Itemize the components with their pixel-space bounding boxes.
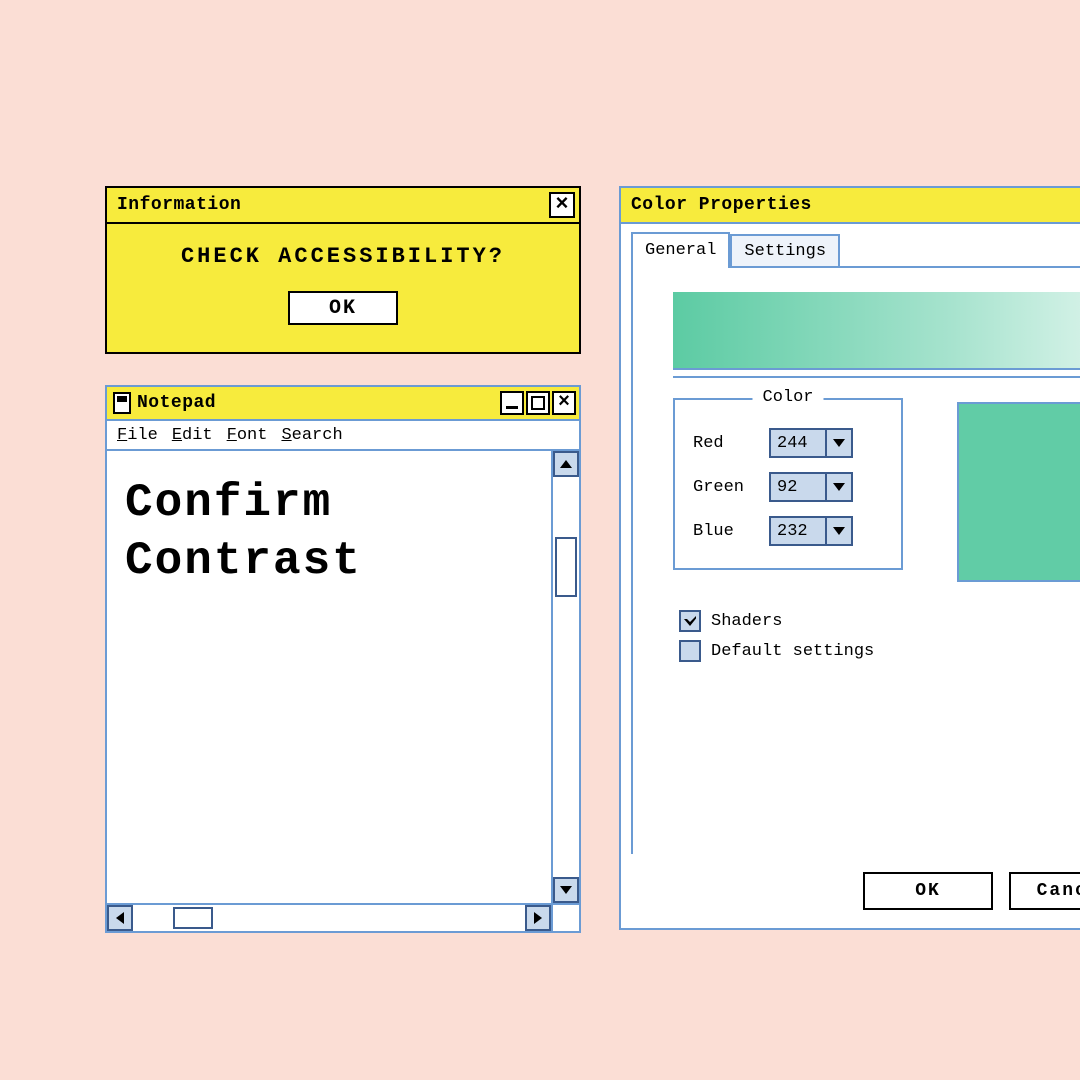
- menu-font[interactable]: Font: [227, 426, 268, 445]
- information-title: Information: [117, 195, 241, 215]
- ok-button[interactable]: OK: [863, 872, 993, 910]
- menu-edit[interactable]: Edit: [172, 426, 213, 445]
- red-label: Red: [693, 434, 753, 453]
- shaders-checkbox[interactable]: [679, 610, 701, 632]
- close-icon[interactable]: ×: [552, 391, 576, 415]
- blue-spinner: 232: [769, 516, 853, 546]
- scroll-thumb[interactable]: [555, 537, 577, 597]
- blue-value[interactable]: 232: [769, 516, 825, 546]
- notepad-line: Contrast: [125, 533, 533, 591]
- menu-search[interactable]: Search: [281, 426, 342, 445]
- scroll-track[interactable]: [553, 477, 579, 877]
- chevron-down-icon[interactable]: [825, 428, 853, 458]
- notepad-icon: [113, 392, 131, 414]
- color-swatch: [957, 402, 1080, 582]
- horizontal-scrollbar[interactable]: [107, 903, 551, 931]
- default-settings-label: Default settings: [711, 642, 874, 661]
- tab-panel-general: Color Red 244 Green 92 Blue: [631, 266, 1080, 854]
- shaders-label: Shaders: [711, 612, 782, 631]
- color-properties-title: Color Properties: [631, 195, 812, 215]
- information-message: CHECK ACCESSIBILITY?: [107, 244, 579, 269]
- scroll-track[interactable]: [133, 905, 525, 931]
- scroll-down-icon[interactable]: [553, 877, 579, 903]
- color-properties-titlebar[interactable]: Color Properties: [621, 188, 1080, 224]
- green-label: Green: [693, 478, 753, 497]
- color-gradient-preview: [673, 292, 1080, 370]
- information-dialog: Information × CHECK ACCESSIBILITY? OK: [105, 186, 581, 354]
- scroll-thumb[interactable]: [173, 907, 213, 929]
- maximize-icon[interactable]: [526, 391, 550, 415]
- ok-button[interactable]: OK: [288, 291, 398, 325]
- vertical-scrollbar[interactable]: [551, 451, 579, 903]
- information-titlebar[interactable]: Information ×: [107, 188, 579, 224]
- menu-file[interactable]: File: [117, 426, 158, 445]
- chevron-down-icon[interactable]: [825, 472, 853, 502]
- divider: [673, 376, 1080, 378]
- minimize-icon[interactable]: [500, 391, 524, 415]
- color-properties-window: Color Properties General Settings Color …: [619, 186, 1080, 930]
- notepad-title: Notepad: [137, 393, 216, 413]
- green-value[interactable]: 92: [769, 472, 825, 502]
- notepad-menubar: File Edit Font Search: [107, 421, 579, 451]
- scroll-corner: [551, 903, 579, 931]
- notepad-line: Confirm: [125, 475, 533, 533]
- notepad-window: Notepad × File Edit Font Search Confirm …: [105, 385, 581, 933]
- green-spinner: 92: [769, 472, 853, 502]
- color-footer: OK Cancel: [863, 872, 1080, 910]
- red-spinner: 244: [769, 428, 853, 458]
- scroll-left-icon[interactable]: [107, 905, 133, 931]
- notepad-body: Confirm Contrast: [107, 451, 579, 931]
- color-group-legend: Color: [752, 388, 823, 407]
- notepad-titlebar[interactable]: Notepad ×: [107, 387, 579, 421]
- tab-settings[interactable]: Settings: [730, 234, 840, 266]
- scroll-right-icon[interactable]: [525, 905, 551, 931]
- blue-label: Blue: [693, 522, 753, 541]
- tab-row: General Settings: [631, 232, 1080, 266]
- notepad-textarea[interactable]: Confirm Contrast: [107, 451, 551, 903]
- close-icon[interactable]: ×: [549, 192, 575, 218]
- chevron-down-icon[interactable]: [825, 516, 853, 546]
- information-body: CHECK ACCESSIBILITY? OK: [107, 224, 579, 325]
- tab-general[interactable]: General: [631, 232, 730, 266]
- scroll-up-icon[interactable]: [553, 451, 579, 477]
- default-settings-checkbox[interactable]: [679, 640, 701, 662]
- color-group: Color Red 244 Green 92 Blue: [673, 398, 903, 570]
- red-value[interactable]: 244: [769, 428, 825, 458]
- cancel-button[interactable]: Cancel: [1009, 872, 1080, 910]
